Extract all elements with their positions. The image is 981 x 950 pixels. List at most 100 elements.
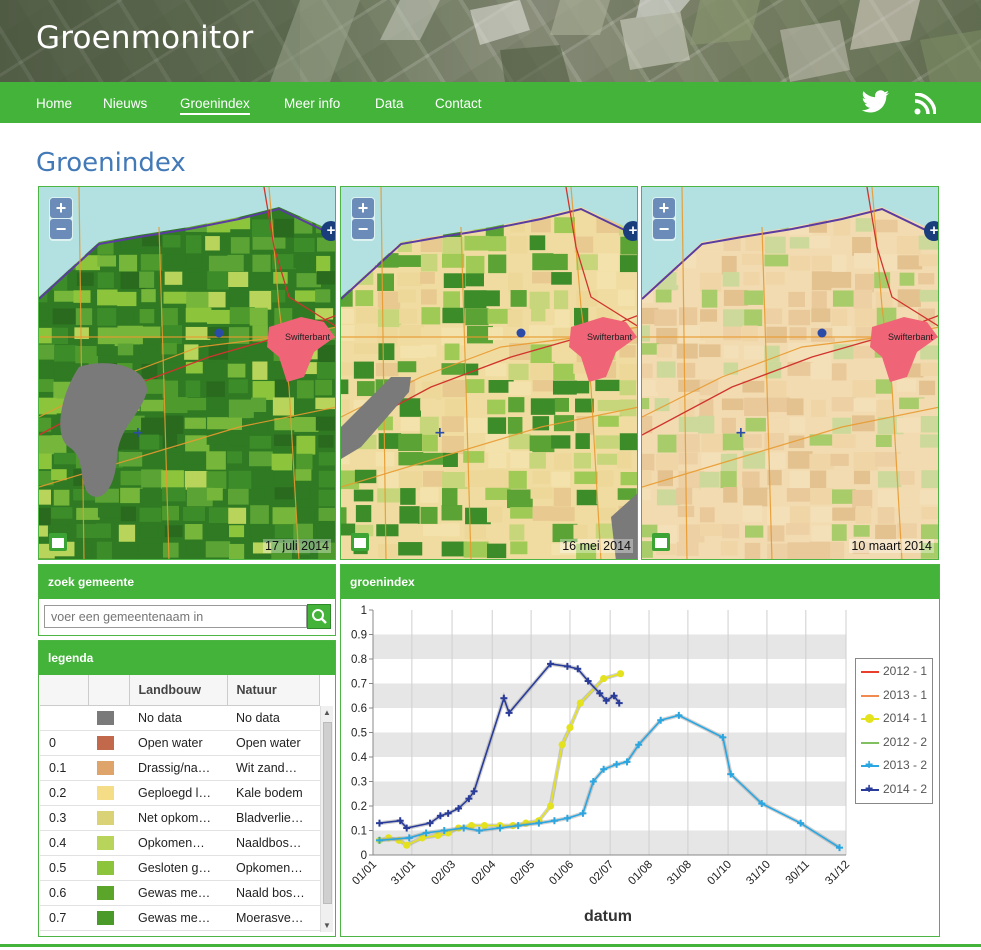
chart-legend-label: 2012 - 1 — [883, 664, 928, 678]
nav-contact[interactable]: Contact — [435, 96, 482, 111]
svg-text:+: + — [434, 425, 446, 441]
legend-landbouw: Open water — [129, 730, 227, 756]
zoom-out-icon[interactable]: − — [50, 219, 72, 239]
legend-line-swatch — [861, 741, 879, 744]
legend-natuur: Wit zand… — [227, 755, 320, 781]
legend-color-swatch — [97, 810, 114, 825]
data-point[interactable] — [546, 802, 555, 810]
site-title[interactable]: Groenmonitor — [36, 20, 253, 56]
scroll-down-arrow-icon[interactable]: ▼ — [323, 921, 331, 930]
legend-row: 0.5 Gesloten g… Opkomen… — [40, 855, 320, 881]
calendar-icon[interactable] — [351, 533, 369, 551]
chart-legend-label: 2013 - 1 — [883, 687, 928, 702]
data-point[interactable] — [403, 841, 411, 849]
search-input[interactable] — [44, 605, 307, 628]
satellite-map[interactable]: + — [341, 187, 638, 560]
y-tick-label: 0.3 — [351, 777, 367, 789]
satellite-map[interactable]: + — [39, 187, 336, 560]
legend-landbouw: Net opkom… — [129, 805, 227, 831]
legend-color-swatch — [97, 910, 114, 925]
calendar-icon[interactable] — [652, 533, 670, 551]
legend-landbouw: No data — [129, 705, 227, 731]
data-point[interactable] — [558, 741, 566, 749]
legend-marker — [865, 714, 874, 723]
map-panel-march[interactable]: + + − + Swifterbant 10 maart 2014 — [641, 186, 939, 560]
twitter-icon[interactable] — [861, 90, 890, 119]
layer-switcher-plus-icon[interactable]: + — [924, 221, 938, 241]
legend-landbouw: Gesloten g… — [129, 855, 227, 881]
x-tick-label: 30/11 — [784, 859, 812, 887]
zoom-controls: + − — [351, 197, 375, 241]
layer-switcher-plus-icon[interactable]: + — [623, 221, 637, 241]
nav-nieuws[interactable]: Nieuws — [103, 96, 147, 111]
legend-value — [40, 705, 88, 731]
legend-color-swatch — [97, 835, 114, 850]
legend-col-value — [40, 675, 89, 706]
calendar-icon[interactable] — [49, 533, 67, 551]
chart-legend-label: 2014 - 1 — [883, 711, 928, 725]
data-point[interactable] — [566, 724, 574, 732]
chart-legend-item[interactable]: 2014 - 1 — [856, 711, 934, 727]
legend-natuur: Opkomen… — [227, 855, 320, 881]
zoom-in-icon[interactable]: + — [352, 198, 374, 218]
chart-legend-item[interactable]: +2013 - 2 — [856, 756, 934, 774]
legend-landbouw: Gewas me… — [129, 905, 227, 931]
chart-panel-heading: groenindex — [341, 565, 939, 599]
legend-col-landbouw[interactable]: Landbouw — [129, 675, 228, 706]
groenindex-chart[interactable]: 0 0.1 0.2 0.3 0.4 0.5 0.6 0.7 0.8 0.9 1 01/01 31/01 0… — [342, 599, 938, 937]
search-button[interactable] — [307, 604, 331, 629]
legend-col-natuur[interactable]: Natuur — [227, 675, 320, 706]
data-point[interactable] — [616, 670, 625, 678]
legend-natuur: Open water — [227, 730, 320, 756]
map-panel-may[interactable]: + + − + Swifterbant 16 mei 2014 — [340, 186, 638, 560]
svg-text:+: + — [735, 425, 747, 441]
legend-scrollbar[interactable]: ▲ ▼ — [320, 706, 333, 932]
x-tick-label: 31/10 — [744, 859, 773, 888]
y-tick-label: 0.5 — [351, 728, 367, 740]
chart-legend-label: 2014 - 2 — [883, 781, 928, 796]
data-point[interactable] — [375, 819, 383, 827]
legend-color-swatch — [97, 885, 114, 900]
legend-value: 0.5 — [40, 855, 88, 881]
legend-row: 0.3 Net opkom… Bladverlie… — [40, 805, 320, 831]
chart-x-axis-label: datum — [584, 908, 632, 925]
legend-swatch — [88, 805, 129, 831]
zoom-in-icon[interactable]: + — [50, 198, 72, 218]
svg-text:+: + — [132, 425, 144, 441]
map-panel-july[interactable]: + + − + Swifterbant 17 juli 2014 — [38, 186, 336, 560]
x-tick-label: 31/12 — [823, 859, 852, 888]
page-title: Groenindex — [36, 148, 186, 178]
legend-color-swatch — [97, 710, 114, 725]
chart-legend-item[interactable]: 2012 - 1 — [856, 664, 934, 680]
legend-row: 0.7 Gewas me… Moerasve… — [40, 905, 320, 931]
search-panel-heading: zoek gemeente — [39, 565, 335, 599]
nav-meer-info[interactable]: Meer info — [284, 96, 340, 111]
chart-legend-item[interactable]: 2013 - 1 — [856, 688, 934, 704]
zoom-out-icon[interactable]: − — [653, 219, 675, 239]
legend-color-swatch — [97, 860, 114, 875]
legend-col-color — [88, 675, 130, 706]
chart-legend-item[interactable]: +2014 - 2 — [856, 780, 934, 798]
zoom-out-icon[interactable]: − — [352, 219, 374, 239]
chart-legend-label: 2012 - 2 — [883, 734, 928, 749]
legend-table: Landbouw Natuur No data No data 0 Open wate… — [40, 675, 320, 931]
nav-data[interactable]: Data — [375, 96, 404, 111]
rss-icon[interactable] — [914, 92, 937, 120]
layer-switcher-plus-icon[interactable]: + — [321, 221, 335, 241]
satellite-map[interactable]: + — [642, 187, 939, 560]
chart-legend-label: 2013 - 2 — [883, 758, 928, 772]
nav-groenindex[interactable]: Groenindex — [180, 96, 250, 115]
zoom-in-icon[interactable]: + — [653, 198, 675, 218]
legend-row: 0.6 Gewas me… Naald bos… — [40, 880, 320, 906]
nav-home[interactable]: Home — [36, 96, 72, 111]
data-point[interactable] — [600, 675, 608, 683]
chart-legend-item[interactable]: 2012 - 2 — [856, 735, 934, 751]
legend-value: 0.7 — [40, 905, 88, 931]
scroll-up-arrow-icon[interactable]: ▲ — [323, 708, 331, 717]
scrollbar-thumb[interactable] — [323, 722, 332, 904]
legend-panel-heading: legenda — [39, 641, 335, 675]
legend-swatch — [88, 880, 129, 906]
legend-header-row: Landbouw Natuur — [40, 675, 320, 706]
data-point[interactable] — [576, 699, 584, 707]
y-tick-label: 0.8 — [351, 654, 367, 666]
